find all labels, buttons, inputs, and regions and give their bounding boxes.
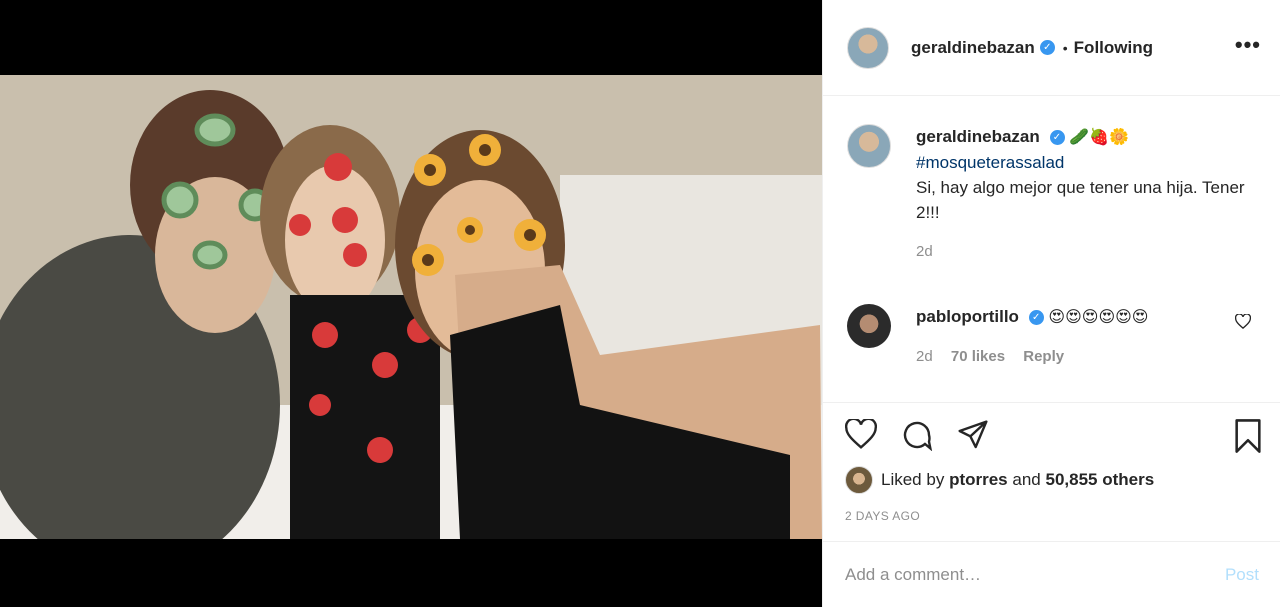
caption-hashtag[interactable]: #mosqueterassalad [916,150,1246,175]
bookmark-icon[interactable] [1233,419,1263,453]
action-bar [823,402,1280,468]
caption-time[interactable]: 2d [916,243,933,260]
post-panel: geraldinebazan ✓ • Following ••• geraldi… [822,0,1280,607]
caption-meta: 2d [916,239,1246,264]
liker-username[interactable]: ptorres [949,470,1008,490]
verified-badge-icon: ✓ [1039,40,1055,55]
caption-username[interactable]: geraldinebazan [916,127,1040,146]
verified-badge-icon: ✓ [1049,130,1065,146]
heart-icon[interactable] [845,419,877,449]
caption: geraldinebazan ✓ 🥒🍓🌼 #mosqueterassalad S… [847,124,1257,264]
comment-icon[interactable] [901,419,933,451]
caption-avatar[interactable] [847,124,891,168]
likes-count[interactable]: 50,855 others [1045,470,1154,490]
verified-badge-icon: ✓ [1028,310,1044,326]
post-photo[interactable] [0,75,822,539]
post-header: geraldinebazan ✓ • Following ••• [823,0,1280,96]
comment-likes[interactable]: 70 likes [951,348,1005,365]
comment-meta: 2d 70 likes Reply [916,344,1246,369]
caption-body: geraldinebazan ✓ 🥒🍓🌼 #mosqueterassalad S… [916,124,1246,264]
comment-input[interactable] [845,564,1225,585]
separator-dot: • [1062,39,1068,56]
post-media[interactable] [0,0,822,607]
likes-and: and [1012,470,1041,489]
caption-text: Si, hay algo mejor que tener una hija. T… [916,178,1245,222]
post-timestamp[interactable]: 2 DAYS AGO [845,509,920,523]
comment-like-heart-icon[interactable] [1234,313,1252,334]
comment-body: pabloportillo ✓ 😍😍😍😍😍😍 2d 70 likes Reply [916,304,1246,369]
post-comment-button[interactable]: Post [1225,565,1259,585]
comments-section: geraldinebazan ✓ 🥒🍓🌼 #mosqueterassalad S… [823,96,1280,402]
liker-avatar[interactable] [845,466,873,494]
comment-emojis: 😍😍😍😍😍😍 [1048,309,1149,326]
author-username[interactable]: geraldinebazan [911,38,1035,58]
comment-reply-button[interactable]: Reply [1023,348,1064,365]
caption-emojis: 🥒🍓🌼 [1069,129,1129,146]
following-button[interactable]: Following [1074,38,1153,58]
likes-prefix: Liked by [881,470,945,489]
author-avatar[interactable] [847,26,889,69]
likes-summary: Liked by ptorres and 50,855 others [845,466,1154,494]
share-icon[interactable] [957,419,989,451]
commenter-username[interactable]: pabloportillo [916,307,1019,326]
more-options-icon[interactable]: ••• [1235,32,1261,58]
comment-time[interactable]: 2d [916,348,933,365]
add-comment-bar: Post [823,541,1280,607]
commenter-avatar[interactable] [847,304,891,348]
comment-item: pabloportillo ✓ 😍😍😍😍😍😍 2d 70 likes Reply [847,304,1257,369]
